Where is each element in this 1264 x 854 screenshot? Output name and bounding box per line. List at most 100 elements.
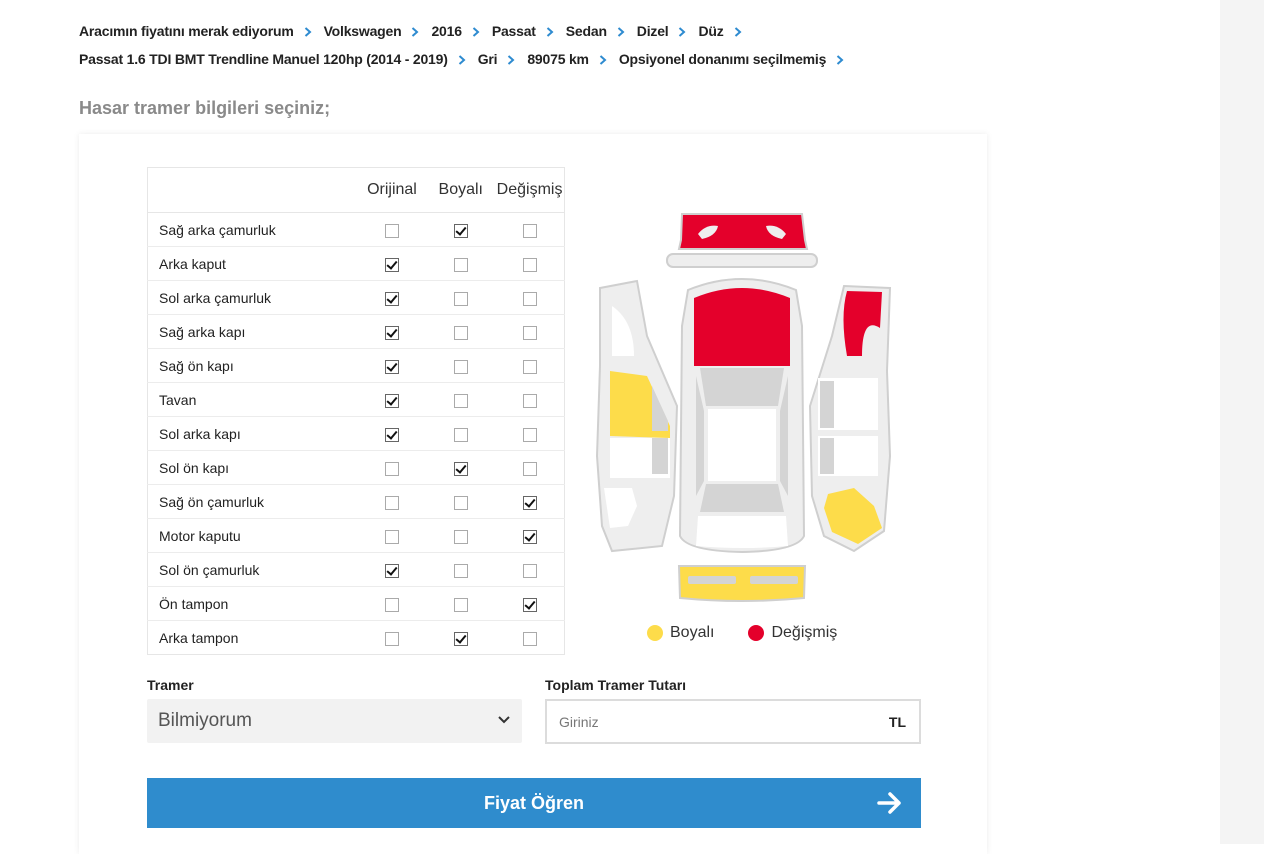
painted-checkbox[interactable]: [453, 495, 468, 510]
table-row: Sağ arka çamurluk: [147, 212, 565, 247]
breadcrumb-link[interactable]: Dizel: [637, 23, 669, 39]
damage-table: Orijinal Boyalı Değişmiş Sağ arka çamurl…: [147, 167, 565, 655]
replaced-checkbox[interactable]: [522, 461, 537, 476]
part-name: Motor kaputu: [147, 518, 358, 553]
replaced-checkbox[interactable]: [522, 597, 537, 612]
breadcrumb-link[interactable]: Sedan: [566, 23, 607, 39]
original-checkbox[interactable]: [384, 359, 399, 374]
total-tramer-label: Toplam Tramer Tutarı: [545, 677, 687, 693]
car-front-window: [700, 484, 784, 512]
breadcrumb-link[interactable]: Opsiyonel donanımı seçilmemiş: [619, 51, 827, 67]
get-price-button[interactable]: Fiyat Öğren: [147, 778, 921, 828]
original-checkbox[interactable]: [384, 495, 399, 510]
tramer-select[interactable]: Bilmiyorum: [147, 699, 522, 743]
chevron-right-icon: [458, 49, 470, 69]
painted-checkbox[interactable]: [453, 631, 468, 646]
total-tramer-input[interactable]: [547, 700, 889, 743]
car-roof: [708, 409, 776, 481]
breadcrumb-row: Passat 1.6 TDI BMT Trendline Manuel 120h…: [79, 49, 1179, 69]
replaced-checkbox[interactable]: [522, 291, 537, 306]
replaced-checkbox[interactable]: [522, 393, 537, 408]
checkbox-cell: [495, 518, 565, 553]
original-checkbox[interactable]: [384, 529, 399, 544]
chevron-right-icon: [472, 21, 484, 41]
original-checkbox[interactable]: [384, 325, 399, 340]
table-row: Sol ön kapı: [147, 450, 565, 485]
arrow-right-icon: [877, 792, 901, 814]
replaced-checkbox[interactable]: [522, 427, 537, 442]
checkbox-cell: [357, 518, 427, 553]
checkbox-cell: [495, 246, 565, 281]
breadcrumb-link[interactable]: Passat: [492, 23, 536, 39]
painted-checkbox[interactable]: [453, 597, 468, 612]
painted-checkbox[interactable]: [453, 257, 468, 272]
car-rear-window: [700, 368, 784, 406]
part-name: Tavan: [147, 382, 358, 417]
painted-checkbox[interactable]: [453, 393, 468, 408]
original-checkbox[interactable]: [384, 427, 399, 442]
total-tramer-field: TL: [545, 699, 921, 744]
replaced-checkbox[interactable]: [522, 325, 537, 340]
checkbox-cell: [495, 280, 565, 315]
original-checkbox[interactable]: [384, 257, 399, 272]
checkbox-cell: [357, 246, 427, 281]
replaced-checkbox[interactable]: [522, 359, 537, 374]
replaced-checkbox[interactable]: [522, 631, 537, 646]
painted-checkbox[interactable]: [453, 461, 468, 476]
chevron-right-icon: [599, 49, 611, 69]
original-checkbox[interactable]: [384, 563, 399, 578]
painted-checkbox[interactable]: [453, 427, 468, 442]
breadcrumb-link[interactable]: Gri: [478, 51, 498, 67]
replaced-dot-icon: [748, 625, 765, 641]
painted-checkbox[interactable]: [453, 563, 468, 578]
checkbox-cell: [426, 621, 495, 655]
replaced-checkbox[interactable]: [522, 257, 537, 272]
checkbox-cell: [357, 416, 427, 451]
legend-replaced-label: Değişmiş: [771, 624, 838, 641]
replaced-checkbox[interactable]: [522, 495, 537, 510]
checkbox-cell: [495, 586, 565, 621]
breadcrumb-link[interactable]: Aracımın fiyatını merak ediyorum: [79, 23, 294, 39]
original-checkbox[interactable]: [384, 631, 399, 646]
part-name: Sağ ön çamurluk: [147, 484, 358, 519]
breadcrumb-link[interactable]: 89075 km: [527, 51, 589, 67]
header-replaced: Değişmiş: [495, 167, 565, 213]
original-checkbox[interactable]: [384, 393, 399, 408]
checkbox-cell: [426, 246, 496, 281]
painted-checkbox[interactable]: [453, 325, 468, 340]
replaced-checkbox[interactable]: [522, 529, 537, 544]
checkbox-cell: [357, 348, 427, 383]
car-damage-diagram: [595, 213, 892, 602]
checkbox-cell: [426, 382, 496, 417]
car-hood: [696, 516, 788, 548]
tramer-label: Tramer: [147, 677, 194, 693]
checkbox-cell: [495, 450, 565, 485]
checkbox-cell: [495, 552, 565, 587]
part-name: Sol arka kapı: [147, 416, 358, 451]
breadcrumb-link[interactable]: Volkswagen: [324, 23, 402, 39]
damage-table-header: Orijinal Boyalı Değişmiş: [147, 167, 565, 213]
checkbox-cell: [357, 484, 427, 519]
original-checkbox[interactable]: [384, 223, 399, 238]
replaced-checkbox[interactable]: [522, 223, 537, 238]
checkbox-cell: [495, 382, 565, 417]
chevron-right-icon: [411, 21, 423, 41]
painted-checkbox[interactable]: [453, 359, 468, 374]
breadcrumb-link[interactable]: 2016: [431, 23, 462, 39]
painted-checkbox[interactable]: [453, 529, 468, 544]
checkbox-cell: [426, 348, 496, 383]
original-checkbox[interactable]: [384, 461, 399, 476]
breadcrumb-link[interactable]: Passat 1.6 TDI BMT Trendline Manuel 120h…: [79, 51, 448, 67]
part-name: Sol ön çamurluk: [147, 552, 358, 587]
replaced-checkbox[interactable]: [522, 563, 537, 578]
checkbox-cell: [357, 280, 427, 315]
part-name: Sol ön kapı: [147, 450, 358, 485]
painted-checkbox[interactable]: [453, 223, 468, 238]
painted-checkbox[interactable]: [453, 291, 468, 306]
original-checkbox[interactable]: [384, 597, 399, 612]
legend-replaced: Değişmiş: [748, 624, 837, 642]
original-checkbox[interactable]: [384, 291, 399, 306]
color-legend: Boyalı Değişmiş: [647, 624, 871, 642]
breadcrumb-row: Aracımın fiyatını merak ediyorum Volkswag…: [79, 21, 1179, 41]
breadcrumb-link[interactable]: Düz: [698, 23, 723, 39]
